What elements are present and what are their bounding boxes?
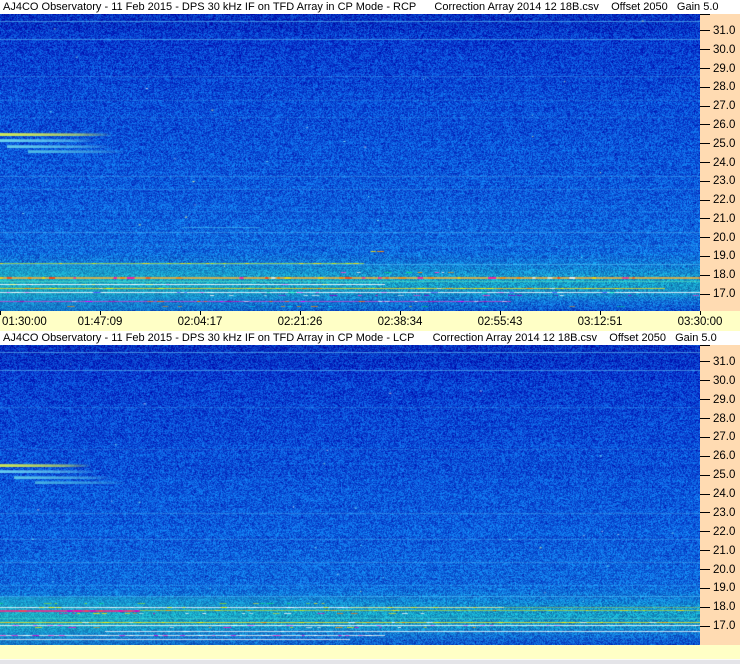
freq-tick — [700, 255, 710, 257]
freq-tick-label: 28.0 — [713, 81, 736, 94]
freq-tick-label: 23.0 — [713, 175, 736, 188]
time-tick-label: 02:55:43 — [477, 316, 523, 328]
time-tick-label: 01:30:00 — [2, 316, 47, 328]
time-tick-label: 02:04:17 — [177, 316, 223, 328]
freq-tick — [700, 105, 710, 107]
freq-tick-label: 31.0 — [713, 24, 736, 37]
freq-tick — [700, 606, 710, 608]
time-tick — [0, 311, 1, 315]
freq-tick — [700, 345, 710, 346]
freq-tick — [700, 455, 710, 457]
freq-tick — [700, 474, 710, 476]
freq-tick — [700, 68, 710, 69]
freq-tick — [700, 293, 710, 295]
freq-tick-label: 26.0 — [713, 118, 736, 131]
time-tick-label: 02:38:34 — [377, 316, 423, 328]
time-tick-label: 03:12:51 — [577, 316, 623, 328]
panel-title-rcp: AJ4CO Observatory - 11 Feb 2015 - DPS 30… — [0, 0, 740, 14]
freq-tick-label: 29.0 — [713, 393, 736, 406]
freq-tick-label: 28.0 — [713, 412, 736, 425]
panel-rcp: 31.0 30.0 29.0 28.0 27.0 26.0 25.0 24.0 23.0 22.0… — [0, 14, 740, 311]
freq-tick — [700, 14, 710, 15]
time-tick — [400, 311, 401, 315]
time-axis-empty — [0, 645, 740, 659]
freq-tick-label: 22.0 — [713, 194, 736, 207]
freq-tick-label: 21.0 — [713, 212, 736, 225]
freq-tick-label: 19.0 — [713, 250, 736, 263]
freq-tick-label: 31.0 — [713, 355, 736, 368]
freq-tick — [700, 124, 710, 126]
panel-title-lcp: AJ4CO Observatory - 11 Feb 2015 - DPS 30… — [0, 331, 740, 345]
frequency-axis-lcp: 31.0 30.0 29.0 28.0 27.0 26.0 25.0 24.0 23.0 22.0… — [700, 345, 740, 645]
spectrogram-lcp — [0, 345, 700, 645]
window-footer — [0, 659, 740, 664]
spectrogram-rcp — [0, 14, 700, 311]
freq-tick-label: 30.0 — [713, 43, 736, 56]
time-tick — [300, 311, 301, 315]
freq-tick — [700, 569, 710, 571]
freq-tick — [700, 625, 710, 627]
time-tick — [700, 311, 701, 315]
panel-lcp: 31.0 30.0 29.0 28.0 27.0 26.0 25.0 24.0 23.0 22.0… — [0, 345, 740, 645]
freq-tick — [700, 86, 710, 88]
freq-tick-label: 17.0 — [713, 620, 736, 633]
time-tick-label: 02:21:26 — [277, 316, 323, 328]
freq-tick — [700, 587, 710, 589]
freq-tick-label: 17.0 — [713, 288, 736, 301]
time-tick — [200, 311, 201, 315]
freq-tick — [700, 199, 710, 201]
freq-tick-label: 20.0 — [713, 563, 736, 576]
freq-tick-label: 21.0 — [713, 544, 736, 557]
freq-tick — [700, 493, 710, 495]
time-tick — [500, 311, 501, 315]
time-tick-label: 01:47:09 — [77, 316, 123, 328]
freq-tick-label: 27.0 — [713, 431, 736, 444]
freq-tick — [700, 531, 710, 533]
freq-tick — [700, 418, 710, 420]
freq-tick — [700, 162, 710, 163]
freq-tick — [700, 30, 710, 32]
freq-tick — [700, 237, 710, 239]
time-tick — [600, 311, 601, 315]
frequency-axis-rcp: 31.0 30.0 29.0 28.0 27.0 26.0 25.0 24.0 23.0 22.0… — [700, 14, 740, 311]
freq-tick — [700, 274, 710, 276]
freq-tick-label: 24.0 — [713, 488, 736, 501]
freq-tick-label: 27.0 — [713, 100, 736, 113]
freq-tick — [700, 512, 710, 514]
freq-tick-label: 24.0 — [713, 156, 736, 169]
freq-tick — [700, 436, 710, 438]
freq-tick — [700, 143, 710, 145]
freq-tick — [700, 361, 710, 363]
freq-tick — [700, 218, 710, 220]
time-tick — [100, 311, 101, 315]
freq-tick-label: 25.0 — [713, 469, 736, 482]
freq-tick-label: 18.0 — [713, 601, 736, 614]
dps-spectrograph-window: AJ4CO Observatory - 11 Feb 2015 - DPS 30… — [0, 0, 740, 664]
freq-tick-label: 18.0 — [713, 269, 736, 282]
freq-tick-label: 22.0 — [713, 525, 736, 538]
freq-tick-label: 29.0 — [713, 62, 736, 75]
freq-tick-label: 25.0 — [713, 137, 736, 150]
time-tick-label: 03:30:00 — [677, 316, 723, 328]
freq-tick-label: 23.0 — [713, 506, 736, 519]
freq-tick — [700, 180, 710, 182]
freq-tick — [700, 49, 710, 51]
freq-tick-label: 19.0 — [713, 582, 736, 595]
time-axis: 01:30:00 01:47:09 02:04:17 02:21:26 02:38:34… — [0, 311, 740, 331]
freq-tick-label: 20.0 — [713, 231, 736, 244]
freq-tick — [700, 380, 710, 382]
freq-tick — [700, 550, 710, 552]
freq-tick-label: 30.0 — [713, 374, 736, 387]
freq-tick — [700, 399, 710, 401]
freq-tick-label: 26.0 — [713, 450, 736, 463]
